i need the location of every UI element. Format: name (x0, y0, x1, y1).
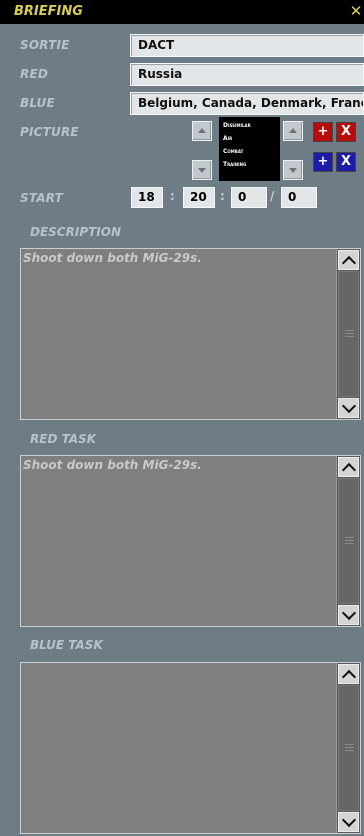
picture-left-up-button[interactable] (192, 121, 212, 141)
blue-coalition-field[interactable]: Belgium, Canada, Denmark, France, German… (130, 92, 364, 115)
grip-line (345, 330, 354, 331)
window-title: BRIEFING (14, 4, 83, 19)
blue-task-scrollbar[interactable] (336, 663, 360, 833)
picture-line-1: Dissimilar (223, 122, 251, 129)
picture-right-down-button[interactable] (283, 160, 303, 180)
red-task-scrollbar[interactable] (336, 456, 360, 626)
scroll-down-button[interactable] (338, 812, 359, 832)
grip-line (345, 744, 354, 745)
title-bar: BRIEFING ✕ (0, 0, 364, 24)
blue-remove-picture-button[interactable]: X (336, 152, 356, 172)
red-remove-picture-button[interactable]: X (336, 122, 356, 142)
start-second-field[interactable]: 0 (231, 187, 267, 208)
red-task-textarea[interactable]: Shoot down both MiG-29s. (20, 455, 361, 627)
grip-line (345, 750, 354, 751)
red-task-text: Shoot down both MiG-29s. (23, 458, 202, 472)
chevron-up-icon (341, 255, 357, 271)
grip-line (345, 333, 354, 334)
chevron-down-icon (341, 398, 357, 414)
red-add-picture-button[interactable]: + (313, 122, 333, 142)
chevron-up-icon (341, 669, 357, 685)
close-button[interactable]: ✕ (348, 2, 364, 20)
sortie-field[interactable]: DACT (130, 34, 364, 57)
chevron-down-icon (198, 168, 206, 173)
start-day-field[interactable]: 0 (281, 187, 317, 208)
picture-label: PICTURE (20, 125, 79, 139)
chevron-up-icon (198, 128, 206, 133)
chevron-up-icon (341, 462, 357, 478)
description-scrollbar[interactable] (336, 249, 360, 419)
start-hour-field[interactable]: 18 (131, 187, 163, 208)
picture-left-down-button[interactable] (192, 160, 212, 180)
red-task-heading: RED TASK (30, 432, 97, 446)
description-textarea[interactable]: Shoot down both MiG-29s. (20, 248, 361, 420)
chevron-down-icon (341, 812, 357, 828)
blue-add-picture-button[interactable]: + (313, 152, 333, 172)
description-text: Shoot down both MiG-29s. (23, 251, 202, 265)
time-separator: : (170, 189, 175, 203)
scroll-thumb[interactable] (338, 271, 359, 397)
chevron-down-icon (341, 605, 357, 621)
scroll-up-button[interactable] (338, 250, 359, 271)
grip-line (345, 537, 354, 538)
grip-line (345, 543, 354, 544)
blue-task-textarea[interactable] (20, 662, 361, 834)
picture-line-3: Combat (223, 148, 244, 155)
chevron-down-icon (289, 168, 297, 173)
grip-line (345, 336, 354, 337)
red-coalition-field[interactable]: Russia (130, 63, 364, 86)
blue-label: BLUE (20, 96, 55, 110)
picture-thumbnail[interactable]: Dissimilar Air Combat Training (219, 117, 280, 181)
picture-line-4: Training (223, 161, 247, 168)
date-separator: / (270, 189, 275, 203)
start-label: START (20, 191, 64, 205)
scroll-up-button[interactable] (338, 457, 359, 478)
picture-right-up-button[interactable] (283, 121, 303, 141)
scroll-down-button[interactable] (338, 398, 359, 418)
start-minute-field[interactable]: 20 (183, 187, 215, 208)
scroll-up-button[interactable] (338, 664, 359, 685)
red-label: RED (20, 67, 48, 81)
scroll-thumb[interactable] (338, 478, 359, 604)
blue-task-heading: BLUE TASK (30, 638, 103, 652)
picture-line-2: Air (223, 135, 233, 142)
grip-line (345, 747, 354, 748)
chevron-up-icon (289, 128, 297, 133)
time-separator: : (220, 189, 225, 203)
scroll-down-button[interactable] (338, 605, 359, 625)
description-heading: DESCRIPTION (30, 225, 122, 239)
sortie-label: SORTIE (20, 38, 70, 52)
scroll-thumb[interactable] (338, 685, 359, 811)
grip-line (345, 540, 354, 541)
